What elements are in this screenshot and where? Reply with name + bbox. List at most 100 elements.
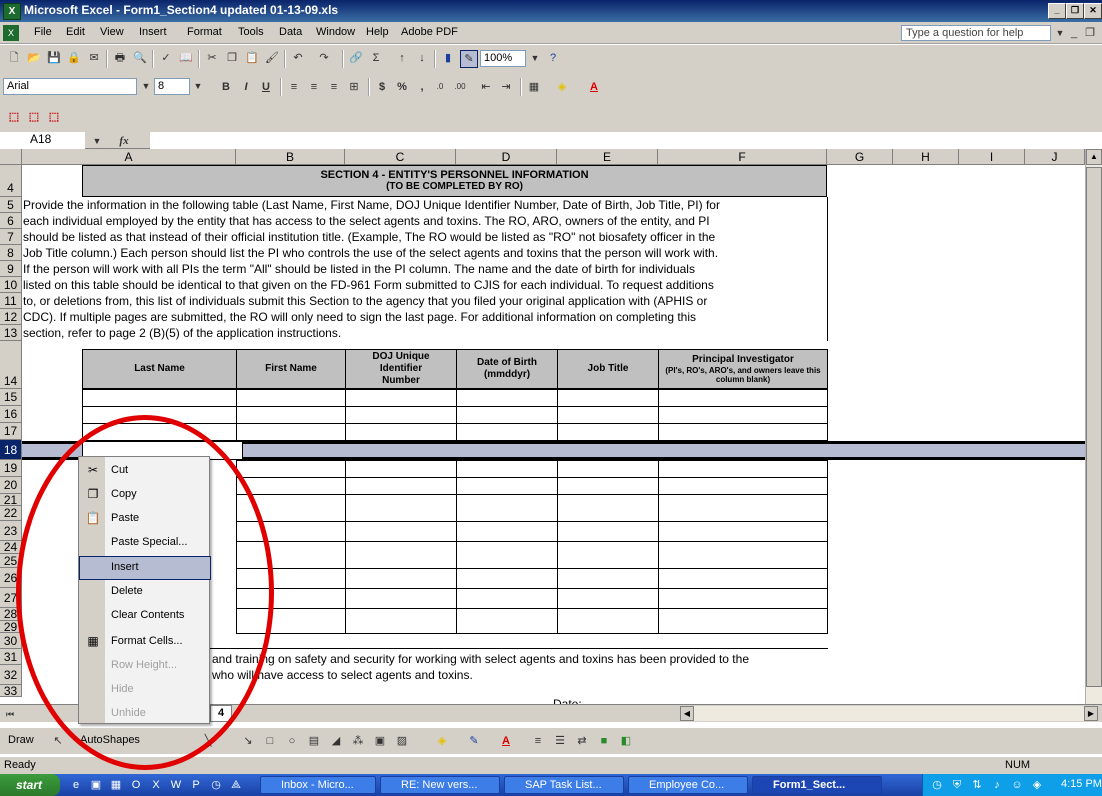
menu-edit[interactable]: Edit <box>66 26 85 38</box>
column-header-j[interactable]: J <box>1025 149 1085 165</box>
row-header-13[interactable]: 13 <box>0 325 22 341</box>
table-cell[interactable] <box>658 406 828 424</box>
word-icon[interactable]: W <box>168 777 184 793</box>
ctx-hide[interactable]: Hide <box>79 678 209 700</box>
table-cell[interactable] <box>236 588 346 609</box>
table-cell[interactable] <box>345 406 457 424</box>
3d-icon[interactable]: ◧ <box>618 733 634 749</box>
convert-pdf-email-icon[interactable]: ⬚ <box>26 109 42 125</box>
hyperlink-icon[interactable]: 🔗 <box>348 50 364 66</box>
name-box-dropdown-icon[interactable]: ▼ <box>89 133 105 149</box>
table-cell[interactable] <box>557 494 659 522</box>
table-cell[interactable] <box>658 477 828 495</box>
sort-ascending-icon[interactable]: ↑ <box>394 50 410 66</box>
table-cell[interactable] <box>456 494 558 522</box>
spelling-icon[interactable]: ✓ <box>158 50 174 66</box>
line-style-icon[interactable]: ≡ <box>530 733 546 749</box>
wordart-icon[interactable]: ◢ <box>328 733 344 749</box>
increase-indent-icon[interactable]: ⇥ <box>498 79 514 95</box>
row-header-31[interactable]: 31 <box>0 649 22 665</box>
table-cell[interactable] <box>658 389 828 407</box>
convert-pdf-review-icon[interactable]: ⬚ <box>46 109 62 125</box>
column-header-f[interactable]: F <box>658 149 827 165</box>
row-header-33[interactable]: 33 <box>0 685 22 697</box>
font-select[interactable]: Arial <box>3 78 137 95</box>
excel-quicklaunch-icon[interactable]: X <box>148 777 164 793</box>
restore-icon[interactable]: ❐ <box>1066 3 1084 19</box>
table-cell[interactable] <box>345 477 457 495</box>
align-right-icon[interactable]: ≡ <box>326 79 342 95</box>
table-cell[interactable] <box>456 423 558 441</box>
table-cell[interactable] <box>236 477 346 495</box>
undo-icon[interactable]: ↶ <box>290 50 306 66</box>
row-header-5[interactable]: 5 <box>0 197 22 213</box>
comma-icon[interactable]: , <box>414 79 430 95</box>
table-cell[interactable] <box>345 494 457 522</box>
table-cell[interactable] <box>345 521 457 542</box>
autosum-icon[interactable]: Σ <box>368 50 384 66</box>
table-cell[interactable] <box>557 477 659 495</box>
help-search-input[interactable]: Type a question for help <box>901 25 1051 41</box>
row-header-24[interactable]: 24 <box>0 541 22 554</box>
arrow-style-icon[interactable]: ⇄ <box>574 733 590 749</box>
ctx-unhide[interactable]: Unhide <box>79 702 209 724</box>
increase-decimal-icon[interactable]: .0 <box>432 79 448 95</box>
ctx-insert[interactable]: Insert <box>79 556 211 580</box>
menu-view[interactable]: View <box>100 26 124 38</box>
row-header-25[interactable]: 25 <box>0 554 22 568</box>
column-header-c[interactable]: C <box>345 149 456 165</box>
scroll-right-icon[interactable]: ▶ <box>1084 706 1098 721</box>
first-sheet-icon[interactable]: ⏮ <box>2 706 18 722</box>
zoom-dropdown-icon[interactable]: ▼ <box>527 50 543 66</box>
table-cell[interactable] <box>557 389 659 407</box>
table-cell[interactable] <box>236 521 346 542</box>
menu-file[interactable]: File <box>34 26 52 38</box>
convert-pdf-icon[interactable]: ⬚ <box>6 109 22 125</box>
tray-misc-icon[interactable]: ◈ <box>1029 777 1045 793</box>
rectangle-icon[interactable]: □ <box>262 733 278 749</box>
table-cell[interactable] <box>82 389 237 407</box>
table-cell[interactable] <box>236 423 346 441</box>
help-icon[interactable]: ? <box>545 50 561 66</box>
tray-security-icon[interactable]: ⛨ <box>949 777 965 793</box>
ctx-copy[interactable]: ❐ Copy <box>79 483 209 505</box>
decrease-indent-icon[interactable]: ⇤ <box>478 79 494 95</box>
column-header-b[interactable]: B <box>236 149 345 165</box>
column-header-a[interactable]: A <box>22 149 236 165</box>
row-header-30[interactable]: 30 <box>0 633 22 649</box>
bold-icon[interactable]: B <box>218 79 234 95</box>
decrease-decimal-icon[interactable]: .00 <box>452 79 468 95</box>
sheet-tab[interactable]: 4 <box>210 705 232 722</box>
shadow-icon[interactable]: ■ <box>596 733 612 749</box>
table-cell[interactable] <box>557 588 659 609</box>
italic-icon[interactable]: I <box>238 79 254 95</box>
table-cell[interactable] <box>658 460 828 478</box>
chart-wizard-icon[interactable]: ▮ <box>440 50 456 66</box>
table-cell[interactable] <box>345 608 457 634</box>
table-cell[interactable] <box>456 588 558 609</box>
ctx-clear-contents[interactable]: Clear Contents <box>79 604 209 626</box>
tray-outlook-icon[interactable]: ◷ <box>929 777 945 793</box>
table-cell[interactable] <box>557 568 659 589</box>
ctx-cut[interactable]: ✂ Cut <box>79 459 209 481</box>
ctx-paste-special[interactable]: Paste Special... <box>79 531 209 553</box>
copy-icon[interactable]: ❐ <box>224 50 240 66</box>
table-cell[interactable] <box>82 406 237 424</box>
table-cell[interactable] <box>658 494 828 522</box>
table-cell[interactable] <box>456 568 558 589</box>
scroll-up-icon[interactable]: ▲ <box>1086 149 1102 165</box>
powerpoint-icon[interactable]: P <box>188 777 204 793</box>
row-header-11[interactable]: 11 <box>0 293 22 309</box>
row-header-18[interactable]: 18 <box>0 440 22 460</box>
table-cell[interactable] <box>456 521 558 542</box>
table-cell[interactable] <box>557 521 659 542</box>
table-cell[interactable] <box>345 588 457 609</box>
row-header-20[interactable]: 20 <box>0 477 22 494</box>
oval-icon[interactable]: ○ <box>284 733 300 749</box>
ctx-format-cells[interactable]: ▦ Format Cells... <box>79 630 209 652</box>
row-header-19[interactable]: 19 <box>0 460 22 477</box>
autoshapes-menu[interactable]: AutoShapes <box>80 734 140 746</box>
table-cell[interactable] <box>345 423 457 441</box>
research-icon[interactable]: 📖 <box>178 50 194 66</box>
row-header-7[interactable]: 7 <box>0 229 22 245</box>
